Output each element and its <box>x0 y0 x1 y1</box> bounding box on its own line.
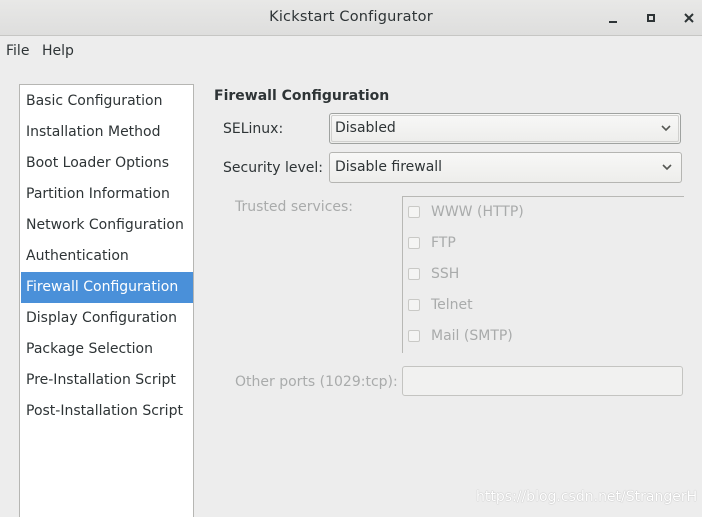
selinux-label: SELinux: <box>223 121 284 137</box>
service-label: SSH <box>431 266 460 282</box>
checkbox[interactable] <box>408 330 420 342</box>
maximize-icon <box>647 14 655 22</box>
section-title: Firewall Configuration <box>214 88 390 104</box>
sidebar: Basic Configuration Installation Method … <box>19 84 194 517</box>
checkbox[interactable] <box>408 299 420 311</box>
service-telnet[interactable]: Telnet <box>408 295 473 315</box>
service-label: FTP <box>431 235 456 251</box>
sidebar-item-package-selection[interactable]: Package Selection <box>21 334 193 365</box>
sidebar-item-authentication[interactable]: Authentication <box>21 241 193 272</box>
menu-bar: File Help <box>0 36 702 66</box>
sidebar-item-installation-method[interactable]: Installation Method <box>21 117 193 148</box>
service-label: Telnet <box>431 297 473 313</box>
trusted-services-label: Trusted services: <box>235 199 354 215</box>
sidebar-item-display-configuration[interactable]: Display Configuration <box>21 303 193 334</box>
checkbox[interactable] <box>408 237 420 249</box>
checkbox[interactable] <box>408 268 420 280</box>
service-ftp[interactable]: FTP <box>408 233 456 253</box>
sidebar-item-firewall-configuration[interactable]: Firewall Configuration <box>21 272 193 303</box>
service-ssh[interactable]: SSH <box>408 264 459 284</box>
other-ports-label: Other ports (1029:tcp): <box>235 374 398 390</box>
security-level-value: Disable firewall <box>335 159 443 175</box>
sidebar-item-basic-configuration[interactable]: Basic Configuration <box>21 86 193 117</box>
sidebar-item-boot-loader-options[interactable]: Boot Loader Options <box>21 148 193 179</box>
security-level-label: Security level: <box>223 160 323 176</box>
sidebar-item-network-configuration[interactable]: Network Configuration <box>21 210 193 241</box>
selinux-dropdown[interactable]: Disabled <box>329 113 681 144</box>
chevron-down-icon <box>661 125 671 132</box>
other-ports-field[interactable] <box>402 366 683 396</box>
menu-file[interactable]: File <box>6 43 29 59</box>
service-www-http[interactable]: WWW (HTTP) <box>408 202 524 222</box>
checkbox[interactable] <box>408 206 420 218</box>
sidebar-item-pre-installation-script[interactable]: Pre-Installation Script <box>21 365 193 396</box>
service-label: WWW (HTTP) <box>431 204 524 220</box>
service-mail-smtp[interactable]: Mail (SMTP) <box>408 326 513 346</box>
chevron-down-icon <box>662 164 672 171</box>
selinux-value: Disabled <box>335 120 396 136</box>
close-icon <box>684 13 694 23</box>
window-title: Kickstart Configurator <box>269 9 433 25</box>
sidebar-item-post-installation-script[interactable]: Post-Installation Script <box>21 396 193 427</box>
close-button[interactable] <box>680 9 698 27</box>
service-label: Mail (SMTP) <box>431 328 513 344</box>
minimize-button[interactable] <box>604 9 622 27</box>
watermark: https://blog.csdn.net/StrangerH <box>476 489 698 505</box>
sidebar-item-partition-information[interactable]: Partition Information <box>21 179 193 210</box>
menu-help[interactable]: Help <box>42 43 74 59</box>
title-bar: Kickstart Configurator <box>0 0 702 36</box>
minimize-icon <box>609 21 617 23</box>
maximize-button[interactable] <box>642 9 660 27</box>
security-level-dropdown[interactable]: Disable firewall <box>329 152 682 183</box>
